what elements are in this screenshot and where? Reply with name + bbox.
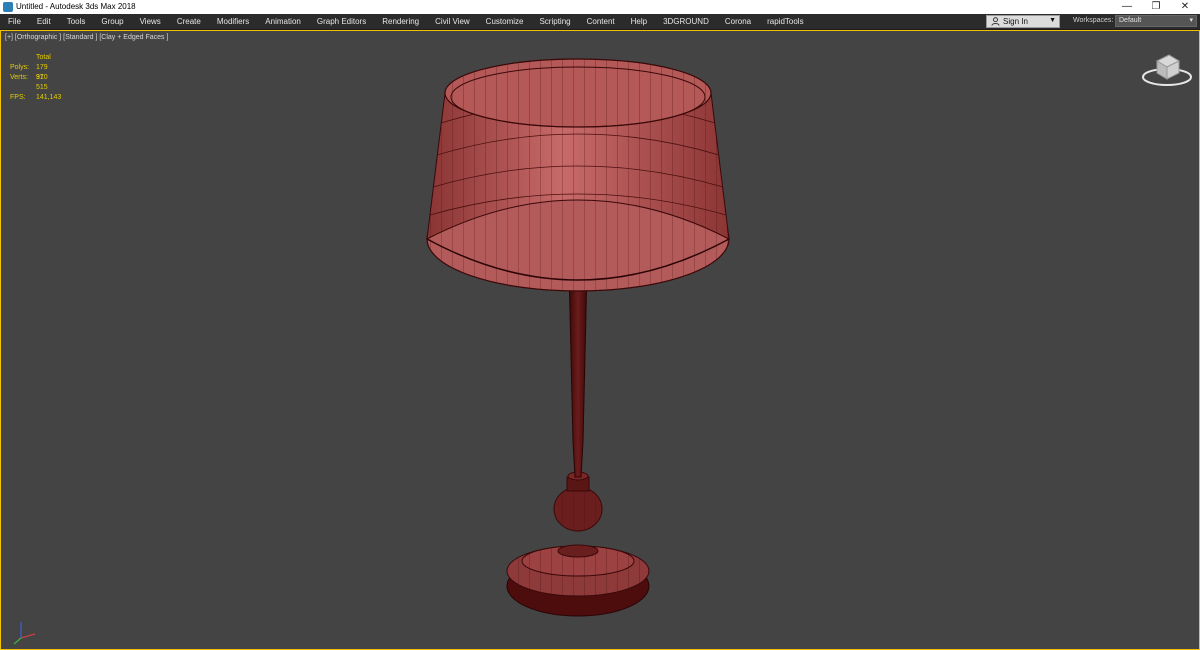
menu-item-modifiers[interactable]: Modifiers [209, 14, 257, 29]
menu-item-animation[interactable]: Animation [257, 14, 309, 29]
workspaces-select[interactable]: Default ▾ [1115, 15, 1197, 27]
chevron-down-icon: ▼ [1049, 17, 1056, 24]
menu-item-group[interactable]: Group [93, 14, 131, 29]
menu-item-corona[interactable]: Corona [717, 14, 759, 29]
menu-item-rendering[interactable]: Rendering [374, 14, 427, 29]
menu-item-help[interactable]: Help [623, 14, 655, 29]
axis-tripod-icon [13, 622, 36, 645]
menu-item-create[interactable]: Create [169, 14, 209, 29]
workspaces-label: Workspaces: [1073, 17, 1114, 24]
menu-item-graph-editors[interactable]: Graph Editors [309, 14, 374, 29]
menu-item-customize[interactable]: Customize [478, 14, 532, 29]
window-title: Untitled - Autodesk 3ds Max 2018 [16, 2, 136, 11]
title-bar: Untitled - Autodesk 3ds Max 2018 — ❐ ✕ [0, 0, 1200, 14]
minimize-button[interactable]: — [1112, 0, 1142, 14]
menu-item-scripting[interactable]: Scripting [531, 14, 578, 29]
menu-item-rapidtools[interactable]: rapidTools [759, 14, 811, 29]
user-icon [991, 17, 1000, 26]
sign-in-label: Sign In [1003, 17, 1028, 26]
menu-item-file[interactable]: File [0, 14, 29, 29]
lamp-knob [553, 471, 603, 532]
app-icon [3, 2, 13, 12]
menu-item-tools[interactable]: Tools [59, 14, 94, 29]
menu-item-edit[interactable]: Edit [29, 14, 59, 29]
lamp-shade [426, 58, 730, 292]
viewport-orthographic[interactable]: [+] [Orthographic ] [Standard ] [Clay + … [0, 30, 1200, 650]
menu-item-civil-view[interactable]: Civil View [427, 14, 478, 29]
menu-bar: File Edit Tools Group Views Create Modifiers An… [0, 14, 1200, 30]
menu-item-content[interactable]: Content [579, 14, 623, 29]
close-button[interactable]: ✕ [1170, 0, 1200, 14]
workspaces-value: Default [1119, 17, 1142, 24]
lamp-base [506, 544, 650, 617]
lamp-stem [568, 268, 588, 478]
menu-list: File Edit Tools Group Views Create Modifiers An… [0, 14, 812, 29]
sign-in-dropdown[interactable]: Sign In ▼ [986, 15, 1060, 28]
menu-item-3dground[interactable]: 3DGROUND [655, 14, 717, 29]
restore-button[interactable]: ❐ [1141, 0, 1171, 14]
viewcube-icon[interactable] [1139, 49, 1195, 89]
chevron-down-icon: ▾ [1189, 17, 1193, 24]
menu-item-views[interactable]: Views [132, 14, 169, 29]
lamp-model[interactable] [1, 31, 1199, 649]
